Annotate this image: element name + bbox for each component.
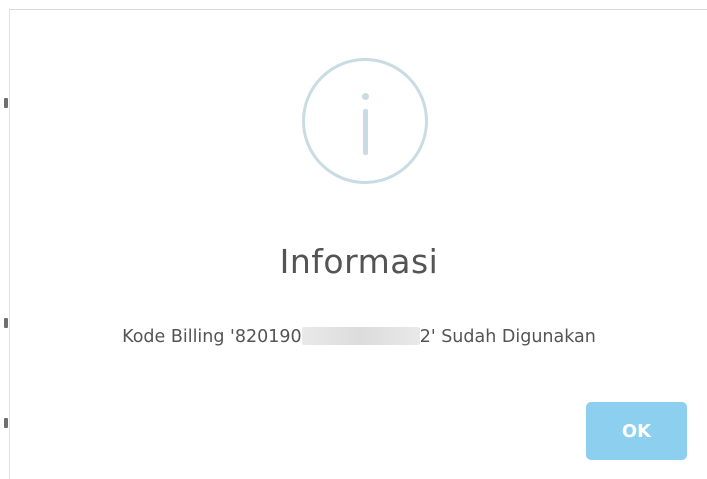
- dialog-title: Informasi: [279, 242, 439, 281]
- background-page-edge: [0, 0, 9, 479]
- ok-button[interactable]: OK: [586, 402, 687, 460]
- background-mark: [4, 418, 8, 428]
- info-icon-bar: [363, 109, 368, 155]
- background-mark: [4, 98, 8, 108]
- redacted-billing-code: [301, 327, 420, 345]
- info-icon-dot: [362, 93, 369, 100]
- message-suffix: 2' Sudah Digunakan: [419, 327, 596, 347]
- message-prefix: Kode Billing '820190: [122, 327, 302, 347]
- background-mark: [4, 318, 8, 328]
- screen: Informasi Kode Billing '820190 2' Sudah D…: [0, 0, 707, 479]
- info-circle-icon: [302, 58, 428, 184]
- information-dialog: Informasi Kode Billing '820190 2' Sudah D…: [9, 9, 707, 479]
- dialog-message: Kode Billing '820190 2' Sudah Digunakan: [10, 327, 707, 347]
